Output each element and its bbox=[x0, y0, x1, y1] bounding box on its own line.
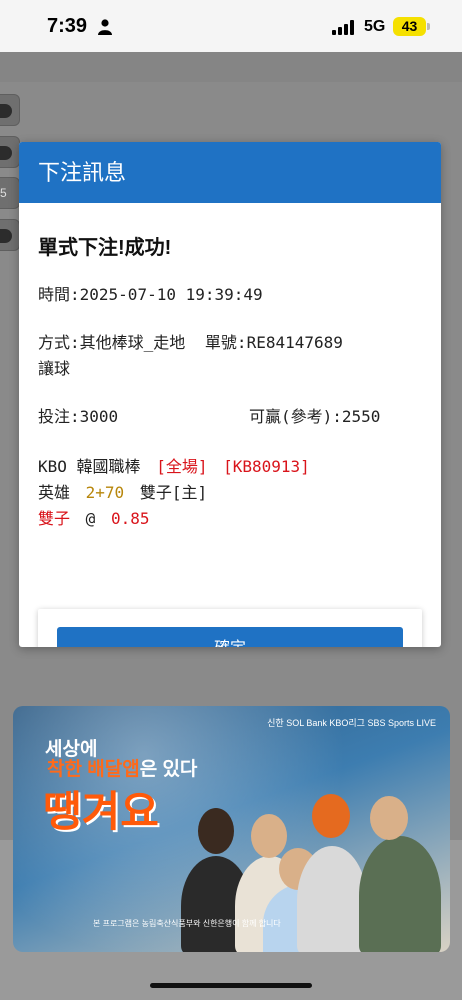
ad-headline: 땡겨요 bbox=[43, 788, 159, 835]
battery-indicator: 43 bbox=[393, 17, 426, 36]
bet-result-title: 單式下注!成功! bbox=[38, 237, 172, 259]
potential-win-value: 2550 bbox=[341, 407, 381, 426]
battery-tip bbox=[427, 23, 430, 30]
bet-method-row: 方式:其他棒球_走地 單號:RE84147689 bbox=[38, 329, 343, 353]
ad-person-figure bbox=[359, 836, 441, 952]
home-indicator[interactable] bbox=[150, 983, 312, 988]
ad-person-helmet bbox=[312, 794, 350, 838]
ticket-label: 單號: bbox=[204, 333, 247, 352]
ad-tagline-line2: 착한 배달앱은 있다 bbox=[47, 754, 197, 781]
stake-value: 3000 bbox=[79, 407, 119, 426]
status-time: 7:39 bbox=[47, 15, 88, 37]
ad-banner[interactable]: 신한 SOL Bank KBO리그 SBS Sports LIVE 세상에 착한… bbox=[13, 706, 450, 952]
ad-broadcaster-label: 신한 SOL Bank KBO리그 SBS Sports LIVE bbox=[267, 718, 436, 728]
ad-person-head bbox=[198, 808, 234, 854]
match-id: [KB80913] bbox=[223, 457, 310, 476]
league-name: KBO 韓國職棒 bbox=[38, 457, 141, 476]
handicap: 2+70 bbox=[85, 483, 125, 502]
ad-footer-text: 본 프로그램은 농림축산식품부와 신한은행이 함께 합니다 bbox=[93, 919, 281, 928]
confirm-button[interactable]: 確定 bbox=[57, 627, 403, 647]
dialog-header: 下注訊息 bbox=[19, 142, 441, 203]
ad-tagline-rest: 은 있다 bbox=[139, 759, 198, 780]
person-icon bbox=[98, 19, 112, 35]
bet-time-label: 時間: bbox=[38, 285, 80, 304]
background-header bbox=[0, 52, 462, 82]
cellular-signal-icon bbox=[332, 20, 354, 35]
dialog-title: 下注訊息 bbox=[38, 160, 127, 185]
network-label: 5G bbox=[364, 18, 386, 35]
match-teams-row: 英雄 2+70 雙子[主] bbox=[38, 479, 207, 503]
match-league-row: KBO 韓國職棒 [全場] [KB80913] bbox=[38, 453, 310, 477]
bet-type: 讓球 bbox=[38, 359, 71, 378]
ad-person-head bbox=[370, 796, 408, 840]
home-team: 英雄 bbox=[38, 483, 71, 502]
pick-row: 雙子 @ 0.85 bbox=[38, 505, 149, 529]
odds-value: 0.85 bbox=[110, 509, 150, 528]
bet-info-dialog: 下注訊息 單式下注!成功! 時間:2025-07-10 19:39:49 方式:… bbox=[19, 142, 441, 647]
bet-method-label: 方式: bbox=[38, 333, 80, 352]
ad-person-head bbox=[251, 814, 287, 858]
status-bar: 7:39 5G 43 bbox=[0, 0, 462, 52]
bet-scope: [全場] bbox=[156, 457, 208, 476]
background-side-button bbox=[0, 94, 20, 126]
bet-type-row: 讓球 bbox=[38, 355, 70, 379]
ticket-number: RE84147689 bbox=[246, 333, 343, 352]
bet-time-row: 時間:2025-07-10 19:39:49 bbox=[38, 281, 263, 305]
bet-time-value: 2025-07-10 19:39:49 bbox=[79, 285, 263, 304]
potential-win-label: 可贏(參考): bbox=[249, 407, 342, 426]
stake-row: 投注:3000 可贏(參考):2550 bbox=[38, 403, 422, 427]
ad-person-figure bbox=[297, 846, 367, 952]
bet-method-value: 其他棒球_走地 bbox=[79, 333, 186, 352]
ad-tagline-highlight: 착한 배달앱 bbox=[47, 759, 140, 780]
at-symbol: @ bbox=[85, 509, 96, 528]
background-side-button bbox=[0, 136, 20, 168]
stake-label: 投注: bbox=[38, 407, 80, 426]
background-side-button: 5 bbox=[0, 177, 20, 209]
away-team: 雙子[主] bbox=[139, 483, 208, 502]
picked-team: 雙子 bbox=[38, 509, 71, 528]
confirm-card: 確定 bbox=[38, 609, 422, 647]
background-side-button bbox=[0, 219, 20, 251]
